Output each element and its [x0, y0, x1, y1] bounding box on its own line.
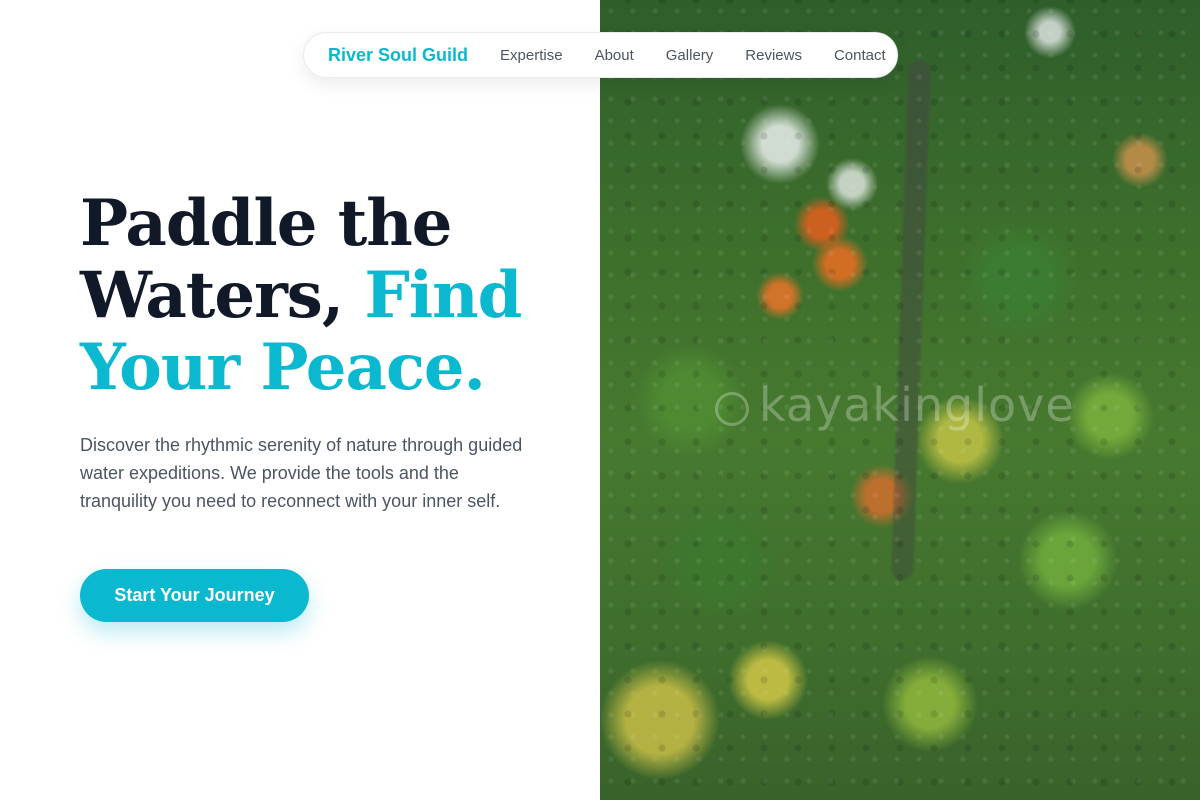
hero-headline: Paddle the Waters, Find Your Peace.: [80, 188, 560, 404]
image-watermark: kayakinglove: [715, 378, 1075, 432]
nav-link-expertise[interactable]: Expertise: [500, 47, 563, 64]
main-nav: River Soul Guild Expertise About Gallery…: [303, 32, 898, 78]
brand-logo-link[interactable]: River Soul Guild: [328, 45, 468, 66]
landing-page: kayakinglove River Soul Guild Expertise …: [0, 0, 1200, 800]
watermark-logo-icon: [715, 391, 749, 426]
nav-link-reviews[interactable]: Reviews: [745, 47, 802, 64]
nav-link-gallery[interactable]: Gallery: [666, 47, 714, 64]
hero-section: Paddle the Waters, Find Your Peace. Disc…: [80, 188, 560, 515]
nav-links: Expertise About Gallery Reviews Contact: [500, 47, 886, 64]
forest-aerial-image: kayakinglove: [600, 0, 1200, 800]
watermark-text: kayakinglove: [759, 378, 1075, 432]
nav-link-about[interactable]: About: [595, 47, 634, 64]
hero-description: Discover the rhythmic serenity of nature…: [80, 435, 523, 511]
nav-link-contact[interactable]: Contact: [834, 47, 886, 64]
start-journey-button[interactable]: Start Your Journey: [80, 569, 309, 622]
